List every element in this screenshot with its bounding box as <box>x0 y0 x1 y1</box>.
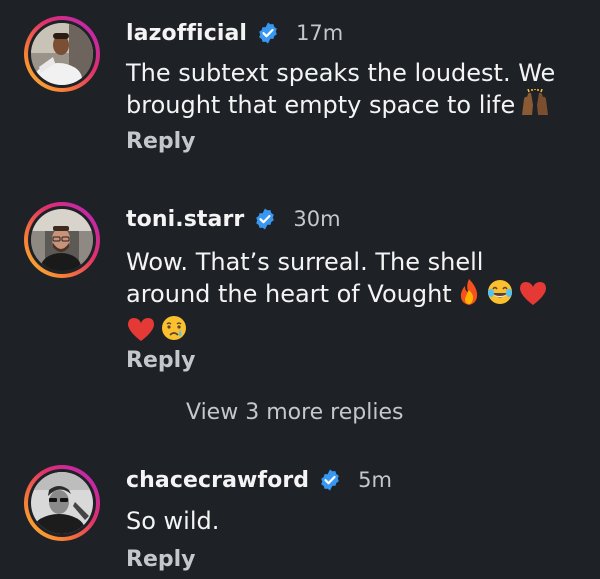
comment-text-line: brought that empty space to life <box>126 91 516 119</box>
comment-text: Wow. That’s surreal. The shell around th… <box>126 246 586 350</box>
comment-chacecrawford: chacecrawford 5m So wild. Reply <box>0 455 600 579</box>
comment-lazofficial: lazofficial 17m The subtext speaks the l… <box>0 0 600 170</box>
comment-text-line: Wow. That’s surreal. The shell <box>126 248 484 276</box>
comment-toni-starr: toni.starr 30m Wow. That’s surreal. The … <box>0 190 600 390</box>
avatar-story-ring[interactable] <box>24 465 100 541</box>
avatar <box>31 472 93 534</box>
timestamp: 30m <box>293 207 341 231</box>
comment-text-line: The subtext speaks the loudest. We <box>126 59 556 87</box>
verified-badge-icon <box>253 207 277 231</box>
comment-header: lazofficial 17m <box>126 16 343 50</box>
comments-thread: lazofficial 17m The subtext speaks the l… <box>0 0 600 579</box>
red-heart-emoji <box>126 316 156 350</box>
reply-button[interactable]: Reply <box>126 348 196 373</box>
red-heart-emoji <box>518 280 548 314</box>
comment-text-line: around the heart of Vought <box>126 280 452 308</box>
timestamp: 5m <box>358 468 392 492</box>
comment-text-line: So wild. <box>126 507 220 535</box>
avatar <box>31 209 93 271</box>
reply-button[interactable]: Reply <box>126 129 196 154</box>
crying-face-emoji <box>160 314 188 350</box>
tears-of-joy-emoji <box>486 278 514 314</box>
avatar-story-ring[interactable] <box>24 16 100 92</box>
verified-badge-icon <box>318 468 342 492</box>
comment-header: toni.starr 30m <box>126 202 341 236</box>
avatar-story-ring[interactable] <box>24 202 100 278</box>
avatar <box>31 23 93 85</box>
reply-button[interactable]: Reply <box>126 547 196 572</box>
raised-hands-emoji <box>519 87 551 125</box>
username[interactable]: lazofficial <box>126 21 247 46</box>
fire-emoji <box>456 278 482 314</box>
comment-text: The subtext speaks the loudest. We broug… <box>126 57 586 125</box>
username[interactable]: chacecrawford <box>126 468 309 493</box>
comment-text: So wild. <box>126 505 586 537</box>
timestamp: 17m <box>296 21 344 45</box>
comment-header: chacecrawford 5m <box>126 463 392 497</box>
verified-badge-icon <box>256 21 280 45</box>
view-more-replies-button[interactable]: View 3 more replies <box>186 400 403 425</box>
username[interactable]: toni.starr <box>126 207 244 232</box>
